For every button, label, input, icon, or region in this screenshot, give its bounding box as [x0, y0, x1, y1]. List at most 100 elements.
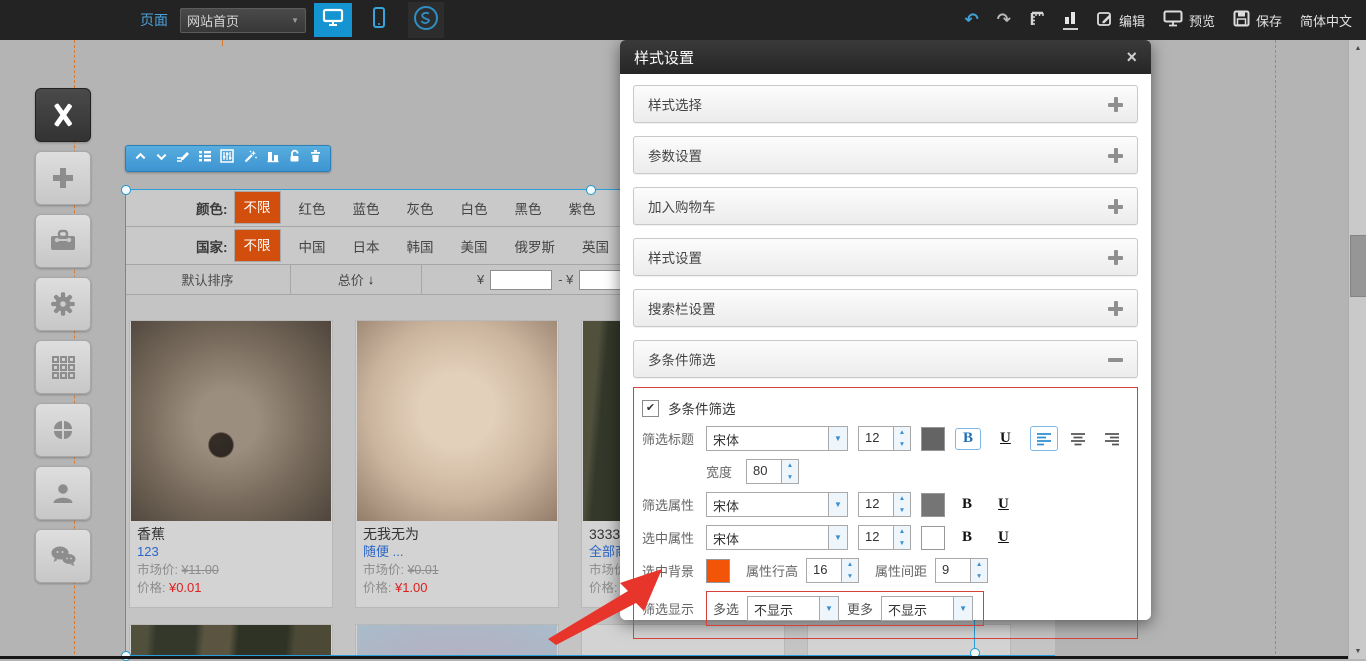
delete-button[interactable] — [309, 149, 322, 168]
filter-option[interactable]: 英国 — [573, 232, 618, 260]
align-center-button[interactable] — [1064, 426, 1092, 451]
product-link[interactable]: 随便 ... — [363, 543, 551, 561]
sidebar-item-grid[interactable] — [35, 340, 91, 394]
row-height-stepper[interactable]: 16 ▲▼ — [806, 558, 859, 583]
bold-button[interactable]: B — [955, 528, 979, 548]
undo-button[interactable]: ↶ — [964, 10, 978, 30]
selected-attr-color-swatch[interactable] — [921, 526, 945, 550]
step-down-icon[interactable]: ▼ — [894, 439, 910, 451]
page-scrollbar[interactable]: ▲ ▼ — [1348, 40, 1366, 659]
selected-bg-color-swatch[interactable] — [706, 559, 730, 583]
step-down-icon[interactable]: ▼ — [971, 571, 987, 583]
product-card[interactable] — [129, 624, 333, 655]
step-down-icon[interactable]: ▼ — [782, 472, 798, 484]
expand-icon[interactable] — [1108, 199, 1123, 214]
step-down-icon[interactable]: ▼ — [894, 538, 910, 550]
expand-icon[interactable] — [1108, 97, 1123, 112]
filter-title-color-swatch[interactable] — [921, 427, 945, 451]
product-card[interactable]: 无我无为 随便 ... 市场价: ¥0.01 价格: ¥1.00 — [355, 320, 559, 608]
desktop-view-button[interactable] — [314, 3, 352, 37]
selected-attr-font-select[interactable]: 宋体 ▼ — [706, 525, 848, 550]
expand-icon[interactable] — [1108, 148, 1123, 163]
multi-select-dropdown[interactable]: 不显示 ▼ — [747, 596, 839, 621]
step-up-icon[interactable]: ▲ — [842, 559, 858, 571]
filter-settings-button[interactable] — [220, 149, 234, 168]
selection-handle[interactable] — [121, 185, 131, 195]
filter-title-font-select[interactable]: 宋体 ▼ — [706, 426, 848, 451]
align-right-button[interactable] — [1098, 426, 1126, 451]
filter-option[interactable]: 灰色 — [398, 194, 443, 222]
sidebar-item-modules[interactable] — [35, 88, 91, 142]
step-down-icon[interactable]: ▼ — [894, 505, 910, 517]
ruler-button[interactable] — [1029, 11, 1045, 30]
bold-button[interactable]: B — [955, 495, 979, 515]
sidebar-item-user[interactable] — [35, 466, 91, 520]
underline-button[interactable]: U — [993, 495, 1014, 514]
filter-option[interactable]: 美国 — [452, 232, 497, 260]
lock-button[interactable] — [288, 149, 301, 168]
chevron-down-icon[interactable]: ▼ — [953, 597, 972, 620]
panel-header[interactable]: 样式设置 × — [620, 40, 1151, 74]
section-style-choose[interactable]: 样式选择 — [633, 85, 1138, 123]
step-down-icon[interactable]: ▼ — [842, 571, 858, 583]
section-searchbar-settings[interactable]: 搜索栏设置 — [633, 289, 1138, 327]
preview-button[interactable]: 预览 — [1163, 10, 1215, 30]
bold-button-active[interactable]: B — [955, 428, 981, 450]
filter-title-size-stepper[interactable]: 12 ▲▼ — [858, 426, 911, 451]
list-settings-button[interactable] — [198, 149, 212, 168]
align-left-button[interactable] — [1030, 426, 1058, 451]
section-add-to-cart[interactable]: 加入购物车 — [633, 187, 1138, 225]
filter-option[interactable]: 白色 — [452, 194, 497, 222]
stats-button[interactable] — [1063, 11, 1078, 30]
selected-attr-size-stepper[interactable]: 12 ▲▼ — [858, 525, 911, 550]
edit-content-button[interactable] — [176, 149, 190, 168]
language-switch[interactable]: 简体中文 — [1300, 11, 1352, 30]
filter-option[interactable]: 黑色 — [506, 194, 551, 222]
chevron-down-icon[interactable]: ▼ — [828, 427, 847, 450]
row-gap-stepper[interactable]: 9 ▲▼ — [935, 558, 988, 583]
sort-default[interactable]: 默认排序 — [125, 265, 291, 294]
more-dropdown[interactable]: 不显示 ▼ — [881, 596, 973, 621]
chevron-down-icon[interactable]: ▼ — [828, 526, 847, 549]
edit-button[interactable]: 编辑 — [1096, 10, 1145, 30]
collapse-icon[interactable] — [1108, 352, 1123, 367]
step-up-icon[interactable]: ▲ — [782, 460, 798, 472]
chevron-down-icon[interactable]: ▼ — [828, 493, 847, 516]
multi-filter-checkbox[interactable]: ✔ — [642, 400, 659, 417]
product-card[interactable]: 香蕉 123 市场价: ¥11.00 价格: ¥0.01 — [129, 320, 333, 608]
filter-option-selected[interactable]: 不限 — [234, 229, 281, 262]
filter-option[interactable]: 中国 — [290, 232, 335, 260]
move-up-button[interactable] — [134, 150, 147, 168]
filter-attr-size-stepper[interactable]: 12 ▲▼ — [858, 492, 911, 517]
close-icon[interactable]: × — [1126, 47, 1137, 68]
step-up-icon[interactable]: ▲ — [894, 526, 910, 538]
link-mode-button[interactable] — [408, 2, 444, 38]
sidebar-item-add[interactable] — [35, 151, 91, 205]
mobile-view-button[interactable] — [360, 3, 398, 37]
expand-icon[interactable] — [1108, 250, 1123, 265]
magic-wand-button[interactable] — [243, 149, 258, 169]
filter-option[interactable]: 紫色 — [560, 194, 605, 222]
page-dropdown[interactable]: 网站首页 ▼ — [180, 8, 306, 33]
step-up-icon[interactable]: ▲ — [894, 427, 910, 439]
chevron-down-icon[interactable]: ▼ — [819, 597, 838, 620]
section-style-settings[interactable]: 样式设置 — [633, 238, 1138, 276]
sidebar-item-components[interactable] — [35, 403, 91, 457]
underline-button[interactable]: U — [995, 429, 1016, 448]
product-link[interactable]: 123 — [137, 543, 325, 561]
product-card[interactable] — [355, 624, 559, 655]
underline-button[interactable]: U — [993, 528, 1014, 547]
filter-option-selected[interactable]: 不限 — [234, 191, 281, 224]
sidebar-item-settings[interactable] — [35, 277, 91, 331]
sidebar-item-wechat[interactable] — [35, 529, 91, 583]
price-min-input[interactable] — [490, 270, 552, 290]
save-button[interactable]: 保存 — [1233, 10, 1282, 30]
redo-button[interactable]: ↷ — [997, 10, 1011, 30]
move-down-button[interactable] — [155, 150, 168, 168]
sort-total-price[interactable]: 总价 ↓ — [291, 265, 422, 294]
scroll-down-icon[interactable]: ▼ — [1349, 643, 1366, 659]
width-stepper[interactable]: 80 ▲▼ — [746, 459, 799, 484]
section-multi-filter[interactable]: 多条件筛选 — [633, 340, 1138, 378]
filter-option[interactable]: 红色 — [290, 194, 335, 222]
section-param-settings[interactable]: 参数设置 — [633, 136, 1138, 174]
